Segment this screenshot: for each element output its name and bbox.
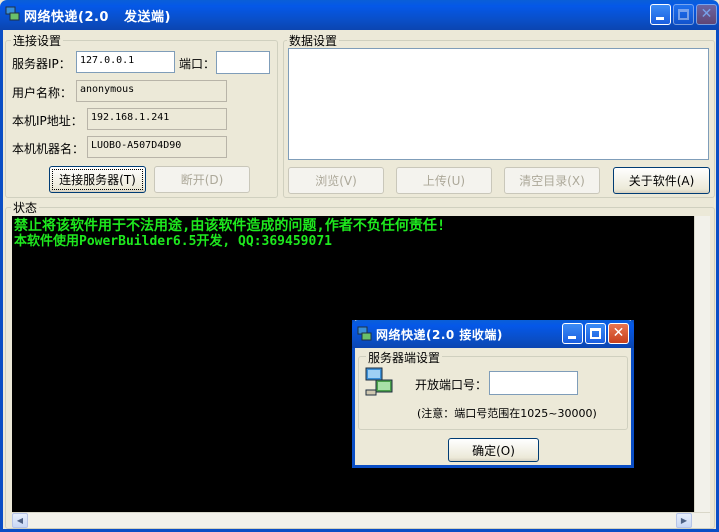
port-range-note: (注意：端口号范围在1025~30000) [417, 407, 597, 420]
local-ip-field: 192.168.1.241 [87, 108, 227, 130]
about-button[interactable]: 关于软件(A) [613, 167, 710, 194]
dialog-close-button[interactable]: ✕ [608, 323, 629, 344]
scroll-left-icon[interactable]: ◀ [12, 513, 28, 528]
port-label: 端口： [179, 57, 216, 71]
minimize-icon [568, 336, 576, 339]
username-field: anonymous [76, 80, 227, 102]
connection-group-legend: 连接设置 [11, 32, 64, 49]
minimize-button[interactable] [650, 4, 671, 25]
close-icon: ✕ [700, 6, 713, 22]
close-icon: ✕ [612, 325, 625, 341]
app-icon [5, 6, 21, 22]
connect-server-button[interactable]: 连接服务器(T) [49, 166, 146, 193]
minimize-icon [656, 17, 664, 20]
open-port-input[interactable] [489, 371, 578, 395]
maximize-icon [590, 328, 601, 339]
port-input[interactable] [216, 51, 270, 74]
maximize-icon [678, 9, 689, 20]
main-titlebar[interactable]: 网络快递(2.0 发送端) ✕ [0, 0, 719, 30]
username-label: 用户名称： [12, 86, 73, 100]
status-vscroll[interactable] [694, 216, 710, 512]
dialog-title: 网络快递(2.0 接收端) [376, 328, 503, 342]
disconnect-button[interactable]: 断开(D) [154, 166, 250, 193]
local-host-label: 本机机器名： [12, 142, 85, 156]
data-list[interactable] [288, 48, 709, 160]
maximize-button[interactable] [673, 4, 694, 25]
dialog-app-icon [357, 326, 373, 342]
network-computers-icon [364, 366, 396, 398]
dialog-minimize-button[interactable] [562, 323, 583, 344]
scroll-right-icon[interactable]: ▶ [676, 513, 692, 528]
window-title: 网络快递(2.0 发送端) [24, 10, 171, 25]
receiver-dialog-titlebar[interactable]: 网络快递(2.0 接收端) ✕ [352, 320, 634, 348]
close-button[interactable]: ✕ [696, 4, 717, 25]
status-line: 本软件使用PowerBuilder6.5开发, QQ:369459071 [14, 234, 332, 249]
status-legend: 状态 [11, 199, 40, 216]
clear-directory-button[interactable]: 清空目录(X) [504, 167, 600, 194]
status-hscroll[interactable]: ◀ ▶ [12, 512, 710, 528]
dialog-server-legend: 服务器端设置 [366, 349, 443, 366]
local-host-field: LUOBO-A507D4D90 [87, 136, 227, 158]
browse-button[interactable]: 浏览(V) [288, 167, 384, 194]
server-ip-input[interactable]: 127.0.0.1 [76, 51, 175, 73]
local-ip-label: 本机IP地址： [12, 114, 83, 128]
dialog-ok-button[interactable]: 确定(O) [448, 438, 539, 462]
open-port-label: 开放端口号： [415, 378, 488, 392]
server-ip-label: 服务器IP： [12, 57, 71, 71]
dialog-maximize-button[interactable] [585, 323, 606, 344]
upload-button[interactable]: 上传(U) [396, 167, 492, 194]
data-settings-legend: 数据设置 [287, 32, 340, 49]
status-line: 禁止将该软件用于不法用途,由该软件造成的问题,作者不负任何责任! [14, 218, 446, 234]
